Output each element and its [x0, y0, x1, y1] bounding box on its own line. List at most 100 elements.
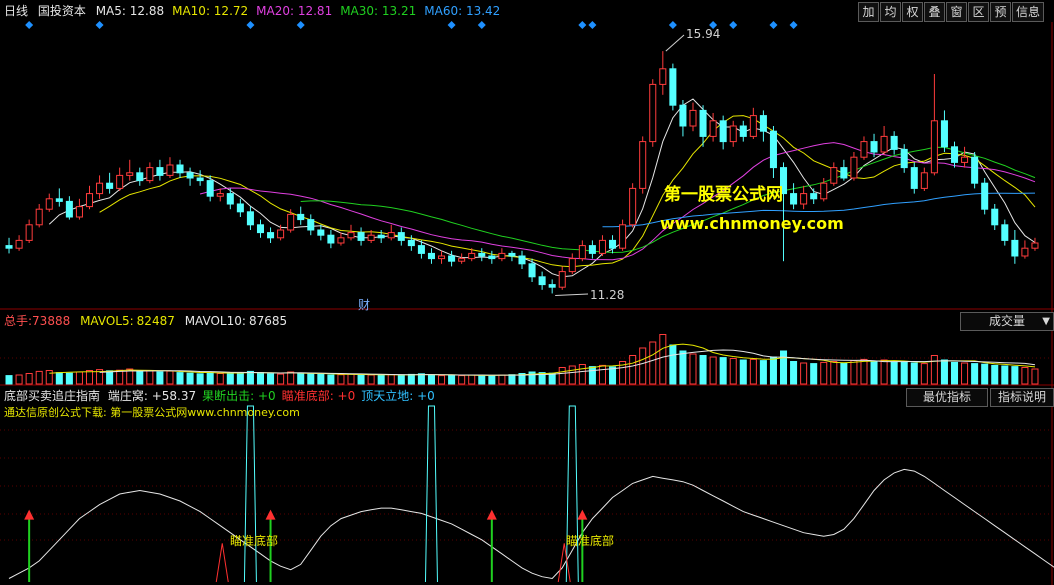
volume-bar-41 [417, 373, 425, 385]
volume-bar-25 [256, 372, 265, 385]
volume-bar-70 [709, 356, 717, 385]
volume-bar-39 [397, 374, 405, 385]
diamond-marker-4 [447, 21, 456, 29]
volume-bar-47 [478, 374, 486, 385]
volume-bar-43 [438, 375, 446, 385]
candle-78 [790, 193, 798, 205]
candle-99 [1001, 224, 1009, 241]
volume-bar-102 [1031, 368, 1039, 385]
candle-51 [518, 255, 526, 265]
indicator-stat-2: 瞄准底部: +0 [281, 389, 356, 403]
volume-bar-88 [890, 361, 898, 385]
signal-label-1: 瞄准底部 [230, 534, 279, 548]
candle-86 [870, 141, 878, 153]
candle-73 [739, 125, 747, 137]
volume-bar-6 [65, 372, 73, 385]
watermark-title: 第一股票公式网 [664, 185, 783, 205]
volume-bar-85 [860, 358, 868, 385]
volume-bar-55 [558, 367, 566, 385]
volume-bar-26 [267, 373, 275, 385]
candle-36 [367, 234, 375, 241]
candle-43 [438, 255, 446, 260]
candle-62 [629, 187, 637, 226]
candle-47 [478, 252, 486, 257]
candle-30 [307, 219, 315, 231]
high-price-label: 15.94 [686, 27, 721, 41]
candle-52 [528, 263, 536, 278]
volume-bar-28 [287, 371, 295, 385]
candle-42 [427, 252, 435, 260]
candle-72 [729, 125, 737, 143]
candle-9 [96, 182, 104, 195]
volume-bar-62 [629, 355, 637, 385]
diamond-marker-5 [477, 21, 486, 29]
volume-bar-4 [45, 370, 53, 385]
candle-25 [256, 224, 265, 234]
volume-dropdown[interactable]: 成交量 ▼ [960, 312, 1054, 331]
volume-bar-31 [317, 373, 325, 385]
indicator-stats: 端庄窝: +58.37 果断出击: +0 瞄准底部: +0 顶天立地: +0 [108, 389, 441, 403]
candle-26 [267, 232, 275, 239]
candle-7 [75, 206, 83, 218]
volume-bar-15 [156, 371, 164, 385]
volume-bar-36 [367, 374, 375, 385]
volume-bar-99 [1001, 365, 1009, 385]
watermark-url: www.chnmoney.com [660, 214, 844, 233]
volume-bar-3 [35, 370, 43, 385]
event-marker[interactable]: 财 [358, 296, 370, 313]
volume-bar-48 [488, 375, 496, 385]
ma-line-5 [48, 98, 1036, 278]
volume-bar-57 [578, 364, 586, 385]
candle-33 [337, 237, 345, 244]
volume-bar-78 [790, 361, 798, 385]
candle-83 [840, 167, 848, 179]
indicator-stat-3: 顶天立地: +0 [361, 389, 435, 403]
total-volume-label: 总手: [4, 314, 33, 328]
volume-bar-72 [729, 358, 737, 385]
volume-bar-92 [930, 355, 938, 385]
volume-bar-20 [206, 371, 214, 385]
candle-63 [639, 141, 647, 189]
volume-bar-77 [779, 350, 788, 385]
volume-bar-35 [357, 373, 365, 385]
candle-24 [246, 211, 254, 226]
low-price-label: 11.28 [590, 288, 625, 302]
volume-bar-64 [649, 341, 657, 385]
volume-bar-83 [840, 362, 848, 385]
indicator-cyan-peak-0 [243, 405, 257, 583]
mavol10-value: 87685 [248, 314, 288, 328]
candle-93 [940, 120, 948, 148]
candle-97 [981, 182, 989, 210]
candle-5 [55, 198, 63, 202]
volume-bar-7 [75, 371, 83, 385]
volume-bar-2 [25, 373, 33, 385]
candle-82 [830, 167, 838, 184]
volume-bar-1 [15, 374, 23, 385]
volume-bar-14 [146, 370, 154, 385]
volume-bar-40 [407, 373, 415, 385]
volume-bar-95 [961, 362, 969, 385]
candle-40 [407, 239, 415, 247]
candle-66 [669, 68, 677, 106]
volume-bar-24 [246, 370, 254, 385]
volume-bar-65 [659, 334, 667, 385]
indicator-help-button[interactable]: 指标说明 [990, 388, 1054, 407]
volume-bar-30 [307, 373, 315, 385]
candle-100 [1011, 239, 1019, 257]
volume-bar-101 [1021, 367, 1029, 385]
volume-bar-44 [448, 374, 456, 385]
volume-bar-100 [1011, 366, 1019, 385]
best-indicator-button[interactable]: 最优指标 [906, 388, 988, 407]
candle-96 [971, 156, 979, 184]
volume-bar-73 [739, 359, 747, 385]
chevron-down-icon: ▼ [1042, 316, 1050, 327]
candle-74 [749, 115, 757, 137]
signal-label-2: 瞄准底部 [566, 534, 615, 548]
candle-13 [136, 172, 144, 182]
candle-92 [930, 120, 938, 174]
volume-bar-63 [639, 347, 647, 385]
volume-bar-16 [166, 370, 174, 385]
candle-35 [357, 232, 365, 241]
volume-bar-74 [749, 358, 757, 385]
volume-bar-87 [880, 359, 888, 385]
